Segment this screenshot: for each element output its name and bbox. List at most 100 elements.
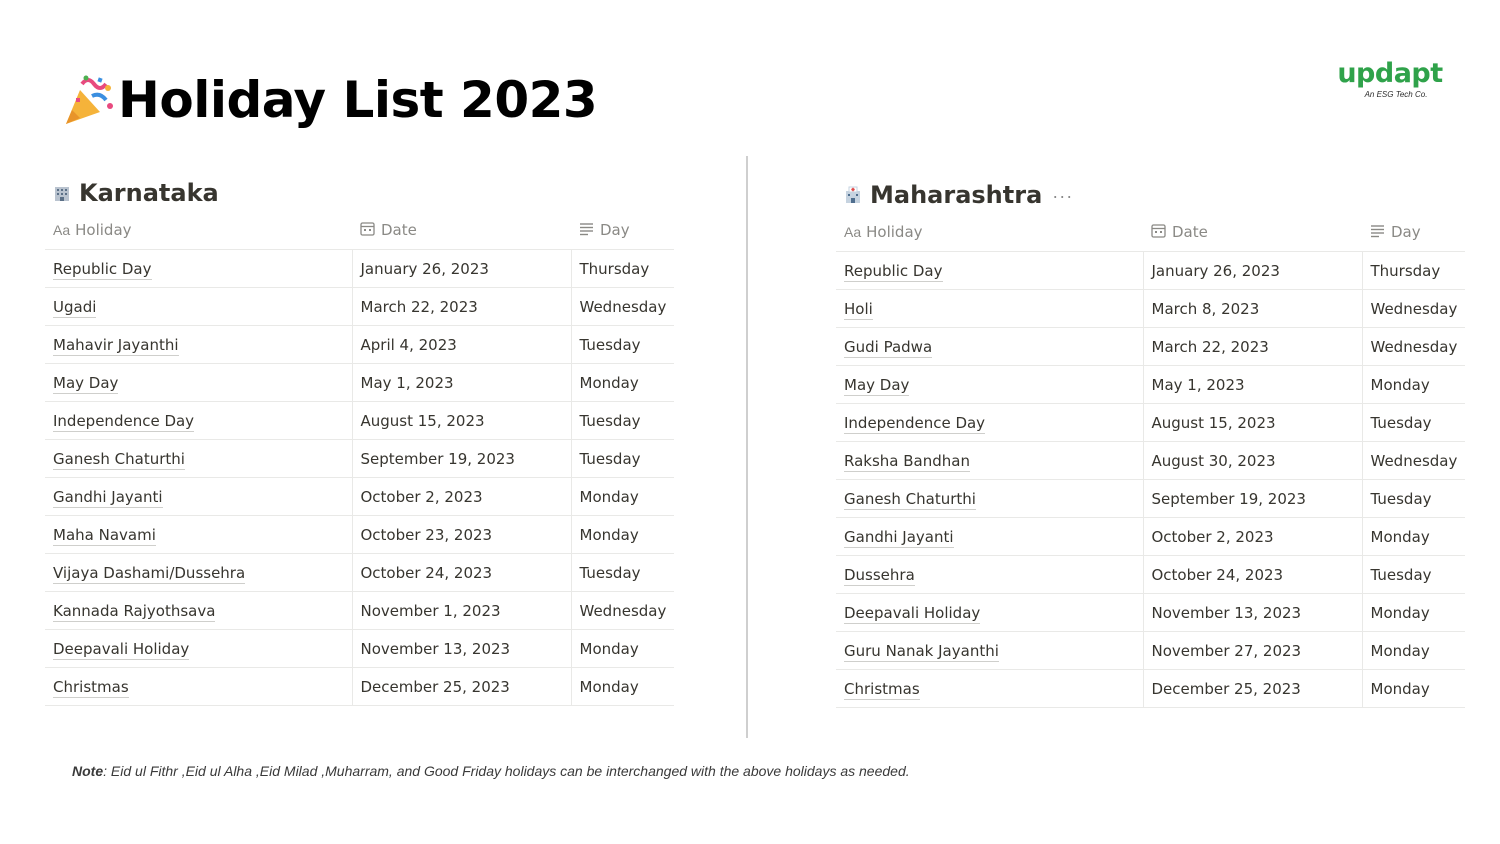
holiday-name[interactable]: May Day	[844, 375, 910, 396]
table-row[interactable]: Deepavali Holiday November 13, 2023 Monday	[836, 593, 1466, 632]
holiday-name[interactable]: Holi	[844, 299, 873, 320]
note-label: Note	[72, 763, 104, 779]
table-row[interactable]: Vijaya Dashami/Dussehra October 24, 2023 T…	[45, 553, 675, 592]
table-row[interactable]: Gandhi Jayanti October 2, 2023 Monday	[45, 477, 675, 516]
table-row[interactable]: Republic Day January 26, 2023 Thursday	[836, 251, 1466, 290]
holiday-name[interactable]: Deepavali Holiday	[844, 603, 981, 624]
holiday-cell[interactable]: Kannada Rajyothsava	[45, 591, 352, 630]
holiday-cell[interactable]: Raksha Bandhan	[836, 441, 1143, 480]
holiday-cell[interactable]: Christmas	[45, 667, 352, 706]
table-row[interactable]: Raksha Bandhan August 30, 2023 Wednesday	[836, 441, 1466, 480]
holiday-cell[interactable]: Independence Day	[836, 403, 1143, 442]
table-row[interactable]: Christmas December 25, 2023 Monday	[45, 667, 675, 706]
holiday-cell[interactable]: Ganesh Chaturthi	[45, 439, 352, 478]
maharashtra-title: Maharashtra	[870, 181, 1043, 209]
holiday-name[interactable]: Mahavir Jayanthi	[53, 335, 179, 356]
holiday-cell[interactable]: Ganesh Chaturthi	[836, 479, 1143, 518]
holiday-name[interactable]: Gandhi Jayanti	[53, 487, 163, 508]
holiday-cell[interactable]: Deepavali Holiday	[45, 629, 352, 668]
table-row[interactable]: Ugadi March 22, 2023 Wednesday	[45, 287, 675, 326]
column-header-day[interactable]: Day	[571, 211, 675, 250]
text-property-icon: Aa	[53, 222, 71, 238]
date-cell: December 25, 2023	[351, 667, 571, 706]
party-popper-icon	[62, 72, 116, 128]
holiday-cell[interactable]: Holi	[836, 289, 1143, 328]
more-options-icon[interactable]: ···	[1052, 187, 1073, 205]
date-cell: November 13, 2023	[351, 629, 571, 668]
table-header-row: Aa Holiday Date Day	[45, 211, 675, 250]
holiday-cell[interactable]: Guru Nanak Jayanthi	[836, 631, 1143, 670]
holiday-cell[interactable]: Republic Day	[836, 251, 1143, 290]
holiday-cell[interactable]: Christmas	[836, 669, 1143, 708]
day-cell: Wednesday	[570, 287, 675, 326]
holiday-cell[interactable]: May Day	[836, 365, 1143, 404]
holiday-name[interactable]: Christmas	[844, 679, 920, 700]
date-cell: September 19, 2023	[1142, 479, 1362, 518]
column-header-date[interactable]: Date	[352, 211, 571, 250]
holiday-name[interactable]: Christmas	[53, 677, 129, 698]
holiday-name[interactable]: Republic Day	[53, 259, 152, 280]
table-row[interactable]: May Day May 1, 2023 Monday	[836, 365, 1466, 404]
holiday-cell[interactable]: Mahavir Jayanthi	[45, 325, 352, 364]
table-row[interactable]: Gudi Padwa March 22, 2023 Wednesday	[836, 327, 1466, 366]
day-cell: Wednesday	[570, 591, 675, 630]
holiday-cell[interactable]: Gandhi Jayanti	[836, 517, 1143, 556]
table-row[interactable]: Ganesh Chaturthi September 19, 2023 Tuesda…	[836, 479, 1466, 518]
logo-tagline: An ESG Tech Co.	[1364, 90, 1428, 99]
table-row[interactable]: Kannada Rajyothsava November 1, 2023 Wedne…	[45, 591, 675, 630]
day-cell: Tuesday	[570, 401, 675, 440]
table-row[interactable]: Guru Nanak Jayanthi November 27, 2023 Mond…	[836, 631, 1466, 670]
date-cell: March 22, 2023	[1142, 327, 1362, 366]
holiday-cell[interactable]: Vijaya Dashami/Dussehra	[45, 553, 352, 592]
holiday-name[interactable]: Ganesh Chaturthi	[53, 449, 185, 470]
holiday-cell[interactable]: Dussehra	[836, 555, 1143, 594]
holiday-name[interactable]: Ganesh Chaturthi	[844, 489, 976, 510]
table-row[interactable]: Mahavir Jayanthi April 4, 2023 Tuesday	[45, 325, 675, 364]
column-header-day[interactable]: Day	[1362, 213, 1466, 252]
holiday-name[interactable]: Independence Day	[844, 413, 986, 434]
table-row[interactable]: Holi March 8, 2023 Wednesday	[836, 289, 1466, 328]
holiday-cell[interactable]: May Day	[45, 363, 352, 402]
holiday-name[interactable]: May Day	[53, 373, 119, 394]
holiday-name[interactable]: Independence Day	[53, 411, 195, 432]
calendar-icon	[1151, 223, 1166, 242]
holiday-name[interactable]: Guru Nanak Jayanthi	[844, 641, 999, 662]
table-row[interactable]: Christmas December 25, 2023 Monday	[836, 669, 1466, 708]
table-row[interactable]: Independence Day August 15, 2023 Tuesday	[45, 401, 675, 440]
column-header-holiday[interactable]: Aa Holiday	[45, 211, 352, 250]
holiday-name[interactable]: Republic Day	[844, 261, 943, 282]
date-cell: November 27, 2023	[1142, 631, 1362, 670]
date-cell: May 1, 2023	[351, 363, 571, 402]
holiday-name[interactable]: Kannada Rajyothsava	[53, 601, 216, 622]
holiday-cell[interactable]: Independence Day	[45, 401, 352, 440]
holiday-cell[interactable]: Gandhi Jayanti	[45, 477, 352, 516]
holiday-name[interactable]: Raksha Bandhan	[844, 451, 970, 472]
holiday-name[interactable]: Dussehra	[844, 565, 915, 586]
column-header-date[interactable]: Date	[1143, 213, 1362, 252]
holiday-name[interactable]: Gudi Padwa	[844, 337, 933, 358]
table-row[interactable]: Gandhi Jayanti October 2, 2023 Monday	[836, 517, 1466, 556]
table-row[interactable]: May Day May 1, 2023 Monday	[45, 363, 675, 402]
day-cell: Wednesday	[1361, 327, 1466, 366]
holiday-cell[interactable]: Ugadi	[45, 287, 352, 326]
table-row[interactable]: Independence Day August 15, 2023 Tuesday	[836, 403, 1466, 442]
table-row[interactable]: Dussehra October 24, 2023 Tuesday	[836, 555, 1466, 594]
holiday-name[interactable]: Gandhi Jayanti	[844, 527, 954, 548]
holiday-name[interactable]: Ugadi	[53, 297, 97, 318]
holiday-cell[interactable]: Republic Day	[45, 249, 352, 288]
holiday-cell[interactable]: Deepavali Holiday	[836, 593, 1143, 632]
holiday-name[interactable]: Maha Navami	[53, 525, 156, 546]
holiday-cell[interactable]: Gudi Padwa	[836, 327, 1143, 366]
column-header-holiday[interactable]: Aa Holiday	[836, 213, 1143, 252]
maharashtra-table: Aa Holiday Date Day Republic Day January 2…	[836, 213, 1466, 708]
holiday-name[interactable]: Deepavali Holiday	[53, 639, 190, 660]
table-row[interactable]: Republic Day January 26, 2023 Thursday	[45, 249, 675, 288]
table-row[interactable]: Deepavali Holiday November 13, 2023 Monday	[45, 629, 675, 668]
holiday-name[interactable]: Vijaya Dashami/Dussehra	[53, 563, 246, 584]
day-cell: Tuesday	[570, 325, 675, 364]
date-cell: October 2, 2023	[1142, 517, 1362, 556]
table-row[interactable]: Ganesh Chaturthi September 19, 2023 Tuesda…	[45, 439, 675, 478]
maharashtra-header: Maharashtra ···	[836, 177, 1465, 213]
holiday-cell[interactable]: Maha Navami	[45, 515, 352, 554]
table-row[interactable]: Maha Navami October 23, 2023 Monday	[45, 515, 675, 554]
